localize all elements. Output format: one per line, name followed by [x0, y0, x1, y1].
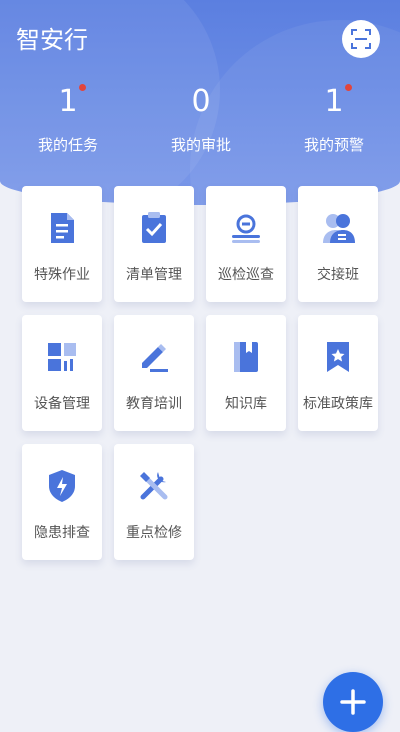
document-icon [51, 213, 74, 243]
equipment-grid-icon [48, 343, 76, 371]
tile-label: 特殊作业 [34, 267, 90, 283]
app-title: 智安行 [16, 26, 88, 54]
stat-value: 1 [58, 84, 78, 119]
tile-key-maintenance[interactable]: 重点检修 [114, 444, 194, 560]
inspection-icon [232, 214, 260, 243]
stat-label: 我的审批 [170, 136, 231, 154]
tile-equipment-management[interactable]: 设备管理 [22, 315, 102, 431]
tile-label: 设备管理 [34, 396, 90, 412]
stat-value: 0 [191, 84, 211, 119]
tile-label: 隐患排查 [34, 525, 90, 541]
stat-label: 我的预警 [303, 136, 364, 154]
clipboard-check-icon [142, 212, 166, 243]
stat-my-tasks[interactable]: 1 我的任务 [8, 82, 128, 155]
tile-label: 知识库 [225, 396, 267, 412]
tile-label: 标准政策库 [303, 396, 373, 412]
tile-label: 教育培训 [126, 396, 182, 412]
bookmark-star-icon [327, 342, 349, 372]
stat-my-approvals[interactable]: 0 我的审批 [141, 82, 261, 155]
tile-hazard-inspection[interactable]: 隐患排查 [22, 444, 102, 560]
tile-label: 清单管理 [126, 267, 182, 283]
notification-dot [344, 84, 352, 91]
tile-special-operations[interactable]: 特殊作业 [22, 186, 102, 302]
tile-education-training[interactable]: 教育培训 [114, 315, 194, 431]
tile-knowledge-base[interactable]: 知识库 [206, 315, 286, 431]
scan-icon [351, 29, 371, 49]
shift-handover-icon [323, 214, 355, 243]
tile-label: 重点检修 [126, 525, 182, 541]
stat-value: 1 [324, 84, 344, 119]
stat-my-warnings[interactable]: 1 我的预警 [274, 82, 394, 155]
shield-bolt-icon [49, 470, 75, 502]
notification-dot [78, 84, 86, 91]
tile-checklist-management[interactable]: 清单管理 [114, 186, 194, 302]
tile-label: 巡检巡查 [218, 267, 274, 283]
add-button[interactable] [323, 672, 383, 732]
tile-shift-handover[interactable]: 交接班 [298, 186, 378, 302]
pen-edit-icon [142, 344, 168, 372]
scan-button[interactable] [342, 20, 380, 58]
plus-icon [340, 689, 366, 715]
tile-standard-policy-library[interactable]: 标准政策库 [298, 315, 378, 431]
tile-inspection-patrol[interactable]: 巡检巡查 [206, 186, 286, 302]
book-icon [234, 342, 258, 372]
tools-icon [140, 472, 168, 500]
stat-label: 我的任务 [37, 136, 98, 154]
tile-label: 交接班 [317, 267, 359, 283]
